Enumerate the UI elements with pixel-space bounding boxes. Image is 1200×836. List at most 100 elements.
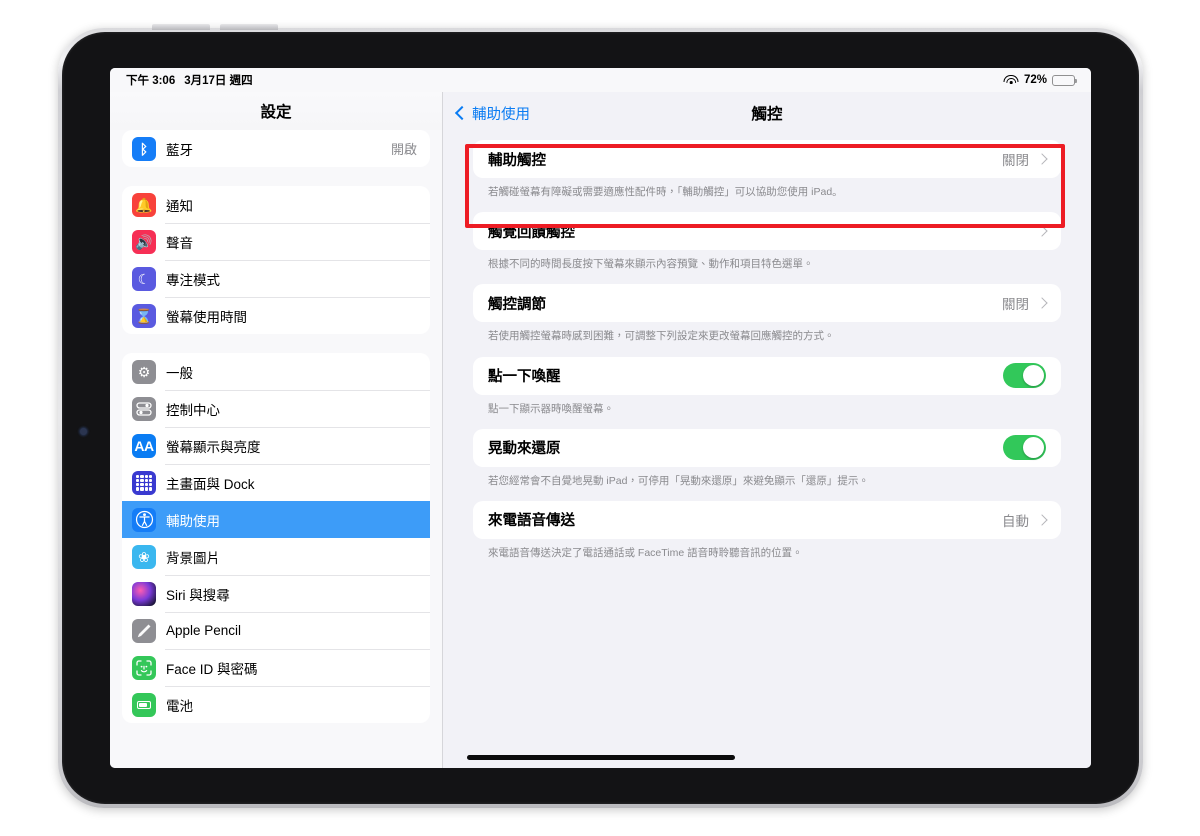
- status-bar: 下午 3:06 3月17日 週四 72%: [110, 68, 1091, 92]
- detail-scroll-area[interactable]: 輔助觸控 關閉若觸碰螢幕有障礙或需要適應性配件時，「輔助觸控」可以協助您使用 iP…: [443, 134, 1091, 560]
- sidebar-item-label: 螢幕使用時間: [166, 309, 247, 325]
- sidebar-item-gear[interactable]: ⚙ 一般: [122, 353, 430, 390]
- sidebar-group: ᛒ 藍牙 開啟: [122, 130, 430, 167]
- settings-row[interactable]: 晃動來還原: [473, 428, 1061, 467]
- settings-row-footnote: 來電語音傳送決定了電話通話或 FaceTime 語音時聆聽音訊的位置。: [488, 546, 803, 559]
- settings-row-title: 晃動來還原: [488, 441, 561, 458]
- toggle-knob: [1023, 365, 1044, 387]
- sidebar-item-label: 一般: [166, 365, 193, 381]
- settings-row-footnote: 若使用觸控螢幕時感到困難，可調整下列設定來更改螢幕回應觸控的方式。: [488, 330, 835, 343]
- status-time: 下午 3:06: [126, 75, 176, 87]
- sidebar-item-label: 控制中心: [166, 402, 220, 418]
- sidebar-item-control-center[interactable]: 控制中心: [122, 390, 430, 427]
- sidebar-scroll-area[interactable]: ᛒ 藍牙 開啟 🔔 通知 🔊 聲音 ☾ 專注模式 ⌛ 螢幕使用時間 ⚙ 一般控制中心 AA 螢幕顯示與亮度主…: [110, 130, 442, 723]
- detail-nav-bar: 輔助使用 觸控: [443, 92, 1091, 134]
- settings-row[interactable]: 輔助觸控 關閉: [473, 140, 1061, 178]
- sidebar-group: 🔔 通知 🔊 聲音 ☾ 專注模式 ⌛ 螢幕使用時間: [122, 186, 430, 334]
- volume-down-button[interactable]: [220, 24, 278, 30]
- settings-row-footnote: 根據不同的時間長度按下螢幕來顯示內容預覽、動作和項目特色選單。: [488, 258, 814, 271]
- settings-block: 輔助觸控 關閉若觸碰螢幕有障礙或需要適應性配件時，「輔助觸控」可以協助您使用 iP…: [473, 140, 1061, 199]
- sidebar-item-label: Face ID 與密碼: [166, 661, 258, 677]
- sidebar-item-speaker[interactable]: 🔊 聲音: [122, 223, 430, 260]
- settings-row-value: 關閉: [1002, 153, 1029, 168]
- toggle-knob: [1023, 437, 1044, 459]
- chevron-right-icon: [1036, 514, 1048, 526]
- sidebar-item-bluetooth[interactable]: ᛒ 藍牙 開啟: [122, 130, 430, 167]
- sidebar-item-label: 通知: [166, 198, 193, 214]
- sidebar-item-label: 主畫面與 Dock: [166, 476, 255, 492]
- settings-row[interactable]: 觸控調節 關閉: [473, 284, 1061, 323]
- settings-block: 晃動來還原 若您經常會不自覺地晃動 iPad，可停用「晃動來還原」來避免顯示「還原…: [473, 428, 1061, 488]
- sidebar-item-moon[interactable]: ☾ 專注模式: [122, 260, 430, 297]
- icon-glyph: ❀: [138, 548, 150, 565]
- status-bar-left: 下午 3:06 3月17日 週四: [126, 72, 253, 88]
- chevron-right-icon: [1036, 297, 1048, 310]
- moon-icon: ☾: [132, 266, 156, 291]
- sidebar-item-display-brightness[interactable]: AA 螢幕顯示與亮度: [122, 427, 430, 464]
- chevron-left-icon: [454, 105, 470, 121]
- sidebar-item-value: 開啟: [390, 142, 417, 157]
- split-view: 設定 ᛒ 藍牙 開啟 🔔 通知 🔊 聲音 ☾ 專注模式 ⌛ 螢幕使用時間 ⚙ 一般控制中心 AA 螢幕顯示與…: [110, 92, 1091, 768]
- front-camera-icon: [80, 428, 87, 435]
- sidebar-item-label: 背景圖片: [166, 550, 220, 566]
- icon-glyph: 🔔: [135, 196, 153, 213]
- volume-up-button[interactable]: [152, 24, 210, 30]
- control-center-icon: [132, 396, 156, 421]
- settings-row[interactable]: 觸覺回饋觸控: [473, 212, 1061, 251]
- detail-title: 觸控: [751, 106, 783, 123]
- sidebar-item-battery[interactable]: 電池: [122, 686, 430, 723]
- page-title: 設定: [260, 104, 292, 121]
- sidebar-item-wallpaper[interactable]: ❀ 背景圖片: [122, 538, 430, 575]
- settings-row-title: 觸覺回饋觸控: [488, 224, 575, 241]
- icon-glyph: 🔊: [135, 233, 153, 250]
- sidebar-item-home-screen[interactable]: 主畫面與 Dock: [122, 464, 430, 501]
- sidebar-item-siri[interactable]: Siri 與搜尋: [122, 575, 430, 612]
- settings-sidebar[interactable]: 設定 ᛒ 藍牙 開啟 🔔 通知 🔊 聲音 ☾ 專注模式 ⌛ 螢幕使用時間 ⚙ 一般控制中心 AA 螢幕顯示與…: [110, 92, 443, 768]
- icon-glyph: ᛒ: [139, 140, 149, 157]
- settings-row-footnote: 若觸碰螢幕有障礙或需要適應性配件時，「輔助觸控」可以協助您使用 iPad。: [488, 186, 843, 198]
- settings-row-toggle[interactable]: [1003, 435, 1046, 461]
- bell-icon: 🔔: [132, 192, 156, 217]
- speaker-icon: 🔊: [132, 229, 156, 254]
- sidebar-item-bell[interactable]: 🔔 通知: [122, 186, 430, 223]
- hourglass-icon: ⌛: [132, 303, 156, 328]
- accessibility-icon: [132, 507, 156, 532]
- sidebar-item-faceid[interactable]: Face ID 與密碼: [122, 649, 430, 686]
- settings-block: 來電語音傳送 自動來電語音傳送決定了電話通話或 FaceTime 語音時聆聽音訊的…: [473, 500, 1061, 560]
- sidebar-title-bar: 設定: [110, 92, 442, 130]
- settings-row[interactable]: 點一下喚醒: [473, 356, 1061, 395]
- sidebar-item-hourglass[interactable]: ⌛ 螢幕使用時間: [122, 297, 430, 334]
- settings-row-toggle[interactable]: [1003, 363, 1046, 389]
- display-brightness-icon: AA: [132, 433, 156, 458]
- sidebar-item-label: 專注模式: [166, 272, 220, 288]
- back-button[interactable]: 輔助使用: [454, 103, 530, 124]
- sidebar-item-label: 電池: [166, 698, 193, 714]
- settings-row-title: 觸控調節: [488, 296, 546, 313]
- sidebar-item-label: 輔助使用: [166, 513, 220, 529]
- chevron-right-icon: [1036, 225, 1048, 237]
- ipad-screen: 下午 3:06 3月17日 週四 72% 設定 ᛒ 藍牙 開啟 🔔 通知 🔊 聲音 ☾ 專注模式…: [110, 68, 1091, 768]
- settings-block: 觸覺回饋觸控根據不同的時間長度按下螢幕來顯示內容預覽、動作和項目特色選單。: [473, 212, 1061, 271]
- back-button-label: 輔助使用: [472, 106, 530, 123]
- sidebar-item-pencil[interactable]: Apple Pencil: [122, 612, 430, 649]
- home-indicator[interactable]: [466, 755, 735, 760]
- faceid-icon: [132, 655, 156, 680]
- icon-glyph: ⌛: [135, 307, 153, 324]
- status-date: 3月17日 週四: [184, 75, 253, 87]
- settings-block: 點一下喚醒點一下顯示器時喚醒螢幕。: [473, 356, 1061, 416]
- icon-glyph: ☾: [137, 270, 151, 287]
- settings-row-footnote: 點一下顯示器時喚醒螢幕。: [488, 402, 614, 415]
- battery-icon: [1052, 74, 1077, 86]
- sidebar-item-accessibility[interactable]: 輔助使用: [122, 501, 430, 538]
- sidebar-item-label: 螢幕顯示與亮度: [166, 439, 261, 455]
- status-bar-right: 72%: [1003, 74, 1077, 86]
- settings-row-title: 輔助觸控: [488, 152, 546, 169]
- touch-settings-pane: 輔助使用 觸控 輔助觸控 關閉若觸碰螢幕有障礙或需要適應性配件時，「輔助觸控」可以…: [443, 92, 1091, 768]
- siri-icon: [132, 581, 156, 606]
- sidebar-item-label: Apple Pencil: [166, 623, 242, 638]
- chevron-right-icon: [1036, 153, 1048, 165]
- settings-row-value: 自動: [1002, 513, 1029, 529]
- icon-glyph: ⚙: [137, 363, 151, 380]
- settings-row[interactable]: 來電語音傳送 自動: [473, 500, 1061, 539]
- sidebar-group: ⚙ 一般控制中心 AA 螢幕顯示與亮度 主畫面與 Dock 輔助使用 ❀ 背景圖片 Siri 與…: [122, 353, 430, 723]
